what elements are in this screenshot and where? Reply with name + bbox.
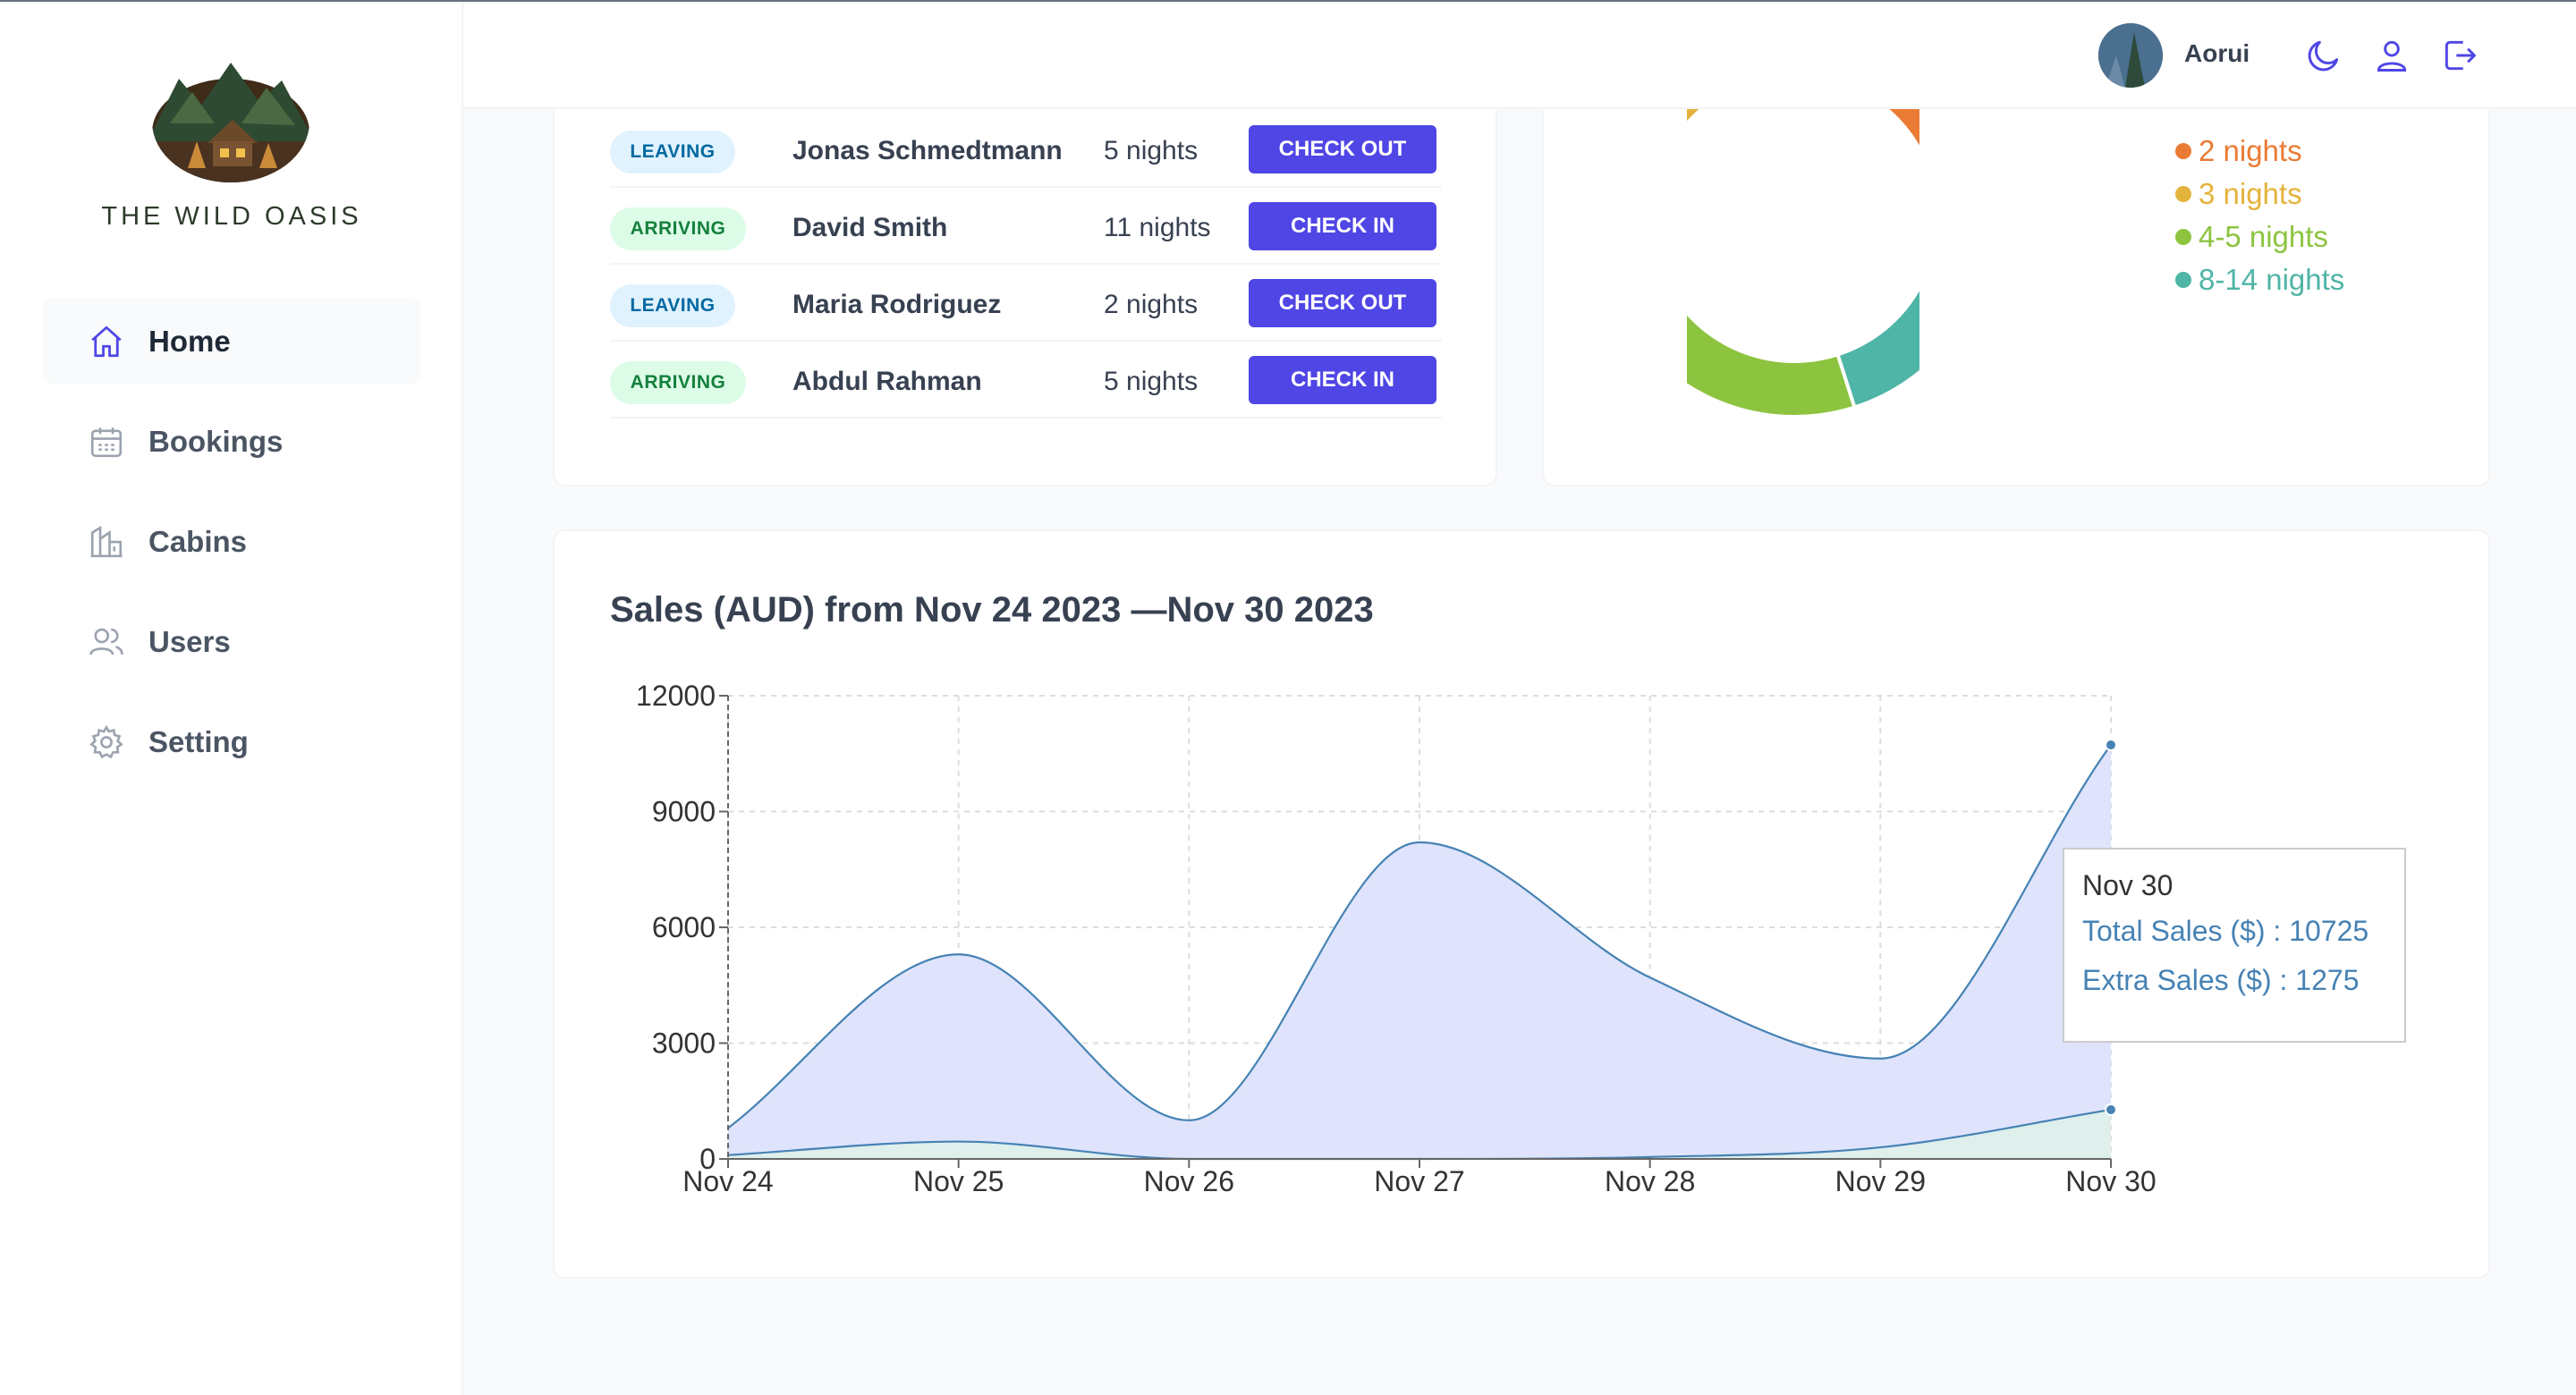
chart-tooltip: Nov 30 Total Sales ($) : 10725 Extra Sal… [2063,848,2406,1043]
user-icon[interactable] [2372,36,2411,75]
legend-item: 2 nights [2175,134,2302,168]
legend-label: 3 nights [2199,177,2302,210]
today-activity-card: LEAVING Jonas Schmedtmann 5 nights CHECK… [553,54,1497,486]
activity-row: ARRIVING David Smith 11 nights CHECK IN [610,188,1442,265]
legend-dot [2175,229,2191,245]
tooltip-date: Nov 30 [2082,869,2174,901]
x-tick-label: Nov 26 [1144,1165,1234,1197]
donut-slice-4-5-nights [1687,309,1857,418]
y-tick-label: 12000 [636,680,716,712]
sidebar-item-setting[interactable]: Setting [43,699,420,785]
legend-item: 3 nights [2175,177,2302,211]
stay-duration-card: 2 nights 3 nights 4-5 nights 8-14 nights [1542,54,2490,486]
sidebar-item-bookings[interactable]: Bookings [43,399,420,485]
gear-icon [86,722,127,763]
cabin-icon [86,521,127,562]
legend-label: 8-14 nights [2199,263,2345,296]
legend-item: 8-14 nights [2175,263,2344,297]
x-tick-label: Nov 29 [1835,1165,1926,1197]
guest-name: David Smith [792,213,948,242]
guest-name: Maria Rodriguez [792,290,1002,319]
logout-icon[interactable] [2440,36,2479,75]
legend-dot [2175,186,2191,202]
sidebar-item-label: Setting [148,725,249,758]
brand-name: THE WILD OASIS [101,202,362,231]
stay-duration-donut [1687,55,1919,418]
avatar[interactable] [2098,23,2163,88]
status-badge: ARRIVING [610,207,746,250]
guest-name: Abdul Rahman [792,367,982,396]
status-badge: LEAVING [610,131,735,173]
sidebar-item-cabins[interactable]: Cabins [43,499,420,585]
x-tick-label: Nov 24 [682,1165,773,1197]
y-tick-label: 3000 [652,1027,716,1060]
user-name: Aorui [2184,39,2250,67]
check-in-button[interactable]: CHECK IN [1249,202,1436,250]
legend-label: 2 nights [2199,134,2302,167]
activity-row: LEAVING Jonas Schmedtmann 5 nights CHECK… [610,111,1442,188]
status-badge: LEAVING [610,284,735,327]
sidebar: THE WILD OASIS Home Bookings Cabins User… [0,0,463,1395]
activity-row: LEAVING Maria Rodriguez 2 nights CHECK O… [610,265,1442,342]
moon-icon[interactable] [2304,36,2343,75]
y-tick-label: 6000 [652,911,716,943]
wild-oasis-logo [152,61,309,182]
y-tick-label: 9000 [652,796,716,828]
guest-name: Jonas Schmedtmann [792,136,1063,165]
legend-dot [2175,272,2191,288]
x-tick-label: Nov 28 [1605,1165,1695,1197]
nights-count: 5 nights [1104,367,1199,396]
legend-dot [2175,143,2191,159]
active-point [2105,739,2117,752]
sidebar-item-label: Users [148,625,231,658]
users-icon [86,621,127,663]
home-icon [86,321,127,362]
tooltip-extra-sales: Extra Sales ($) : 1275 [2082,964,2360,996]
sidebar-item-home[interactable]: Home [43,299,420,385]
donut-slice-8-14-nights [1835,283,1919,410]
app-header: Aorui [463,2,2576,109]
legend-item: 4-5 nights [2175,220,2328,254]
tooltip-total-sales: Total Sales ($) : 10725 [2082,915,2369,947]
x-tick-label: Nov 30 [2065,1165,2156,1197]
sidebar-item-label: Cabins [148,525,248,558]
sidebar-item-label: Bookings [148,425,284,458]
check-in-button[interactable]: CHECK IN [1249,356,1436,404]
calendar-icon [86,421,127,462]
sidebar-item-users[interactable]: Users [43,599,420,685]
nights-count: 11 nights [1104,213,1211,242]
legend-label: 4-5 nights [2199,220,2328,253]
nights-count: 2 nights [1104,290,1199,319]
nights-count: 5 nights [1104,136,1199,165]
activity-row: ARRIVING Abdul Rahman 5 nights CHECK IN [610,342,1442,418]
x-tick-label: Nov 25 [913,1165,1004,1197]
status-badge: ARRIVING [610,361,746,404]
sidebar-item-label: Home [148,325,231,358]
check-out-button[interactable]: CHECK OUT [1249,125,1436,173]
top-border [0,0,2576,2]
sales-chart-card: Sales (AUD) from Nov 24 2023 —Nov 30 202… [553,529,2490,1279]
active-point [2105,1103,2117,1116]
check-out-button[interactable]: CHECK OUT [1249,279,1436,327]
x-tick-label: Nov 27 [1374,1165,1464,1197]
